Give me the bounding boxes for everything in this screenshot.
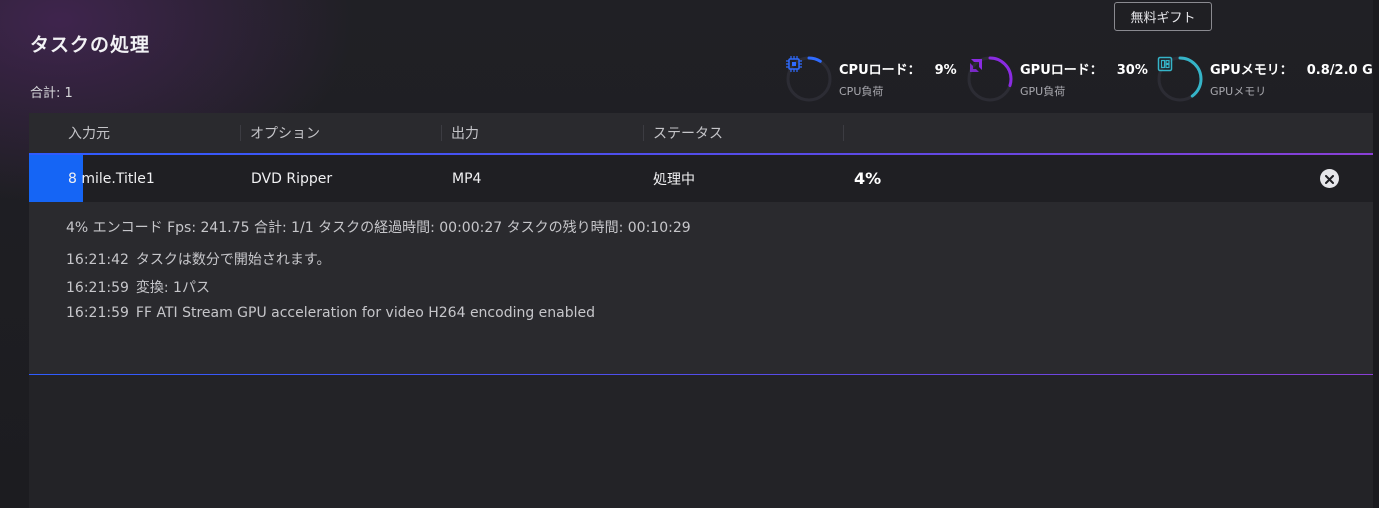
log-entry-text: 変換: 1パス (135, 280, 210, 296)
log-entry-text: FF ATI Stream GPU acceleration for video… (135, 305, 596, 321)
log-entry-time: 16:21:59 (66, 280, 129, 296)
gpu-load-stat: GPUロード： 30% GPU負荷 (966, 54, 1148, 104)
log-entry-time: 16:21:42 (66, 252, 129, 268)
gpu-load-value: 30% (1116, 63, 1148, 78)
gpu-memory-label: GPUメモリ： (1210, 63, 1293, 78)
page-title: タスクの処理 (30, 34, 151, 56)
column-header-progress (843, 113, 1043, 153)
gpu-memory-value: 0.8/2.0 GB (1306, 63, 1379, 78)
close-icon (1325, 169, 1334, 188)
column-header-input-label: 入力元 (68, 126, 110, 142)
log-entry: 16:21:59 変換: 1パス (66, 277, 210, 297)
task-output-format: MP4 (452, 170, 482, 187)
log-entry: 16:21:42 タスクは数分で開始されます。 (66, 249, 331, 269)
column-header-output: 出力 (441, 113, 643, 153)
gpu-memory-gauge (1156, 55, 1204, 103)
cpu-load-caption: CPU負荷 (839, 85, 884, 98)
log-entry-time: 16:21:59 (66, 305, 129, 321)
column-header-status-label: ステータス (653, 126, 723, 142)
log-entry: 16:21:59 FF ATI Stream GPU acceleration f… (66, 305, 595, 321)
gpu-memory-stat: GPUメモリ： 0.8/2.0 GB GPUメモリ (1156, 54, 1379, 104)
cpu-load-value: 9% (934, 63, 957, 78)
column-header-option-label: オプション (250, 126, 320, 142)
column-header-input: 入力元 (29, 113, 240, 153)
task-total-count: 合計: 1 (30, 86, 73, 101)
task-log-panel: 4% エンコード Fps: 241.75 合計: 1/1 タスクの経過時間: 0… (29, 202, 1373, 374)
remove-task-button[interactable] (1320, 169, 1339, 188)
cpu-load-gauge (785, 55, 833, 103)
task-processing-window: 無料ギフト タスクの処理 合計: 1 CPUロード： 9% CPU負荷 GPUロ… (0, 0, 1379, 508)
cpu-load-label: CPUロード： (839, 63, 921, 78)
column-header-output-label: 出力 (451, 126, 479, 142)
cpu-load-stat: CPUロード： 9% CPU負荷 (785, 54, 957, 104)
gpu-memory-caption: GPUメモリ (1210, 85, 1267, 98)
task-input-name: 8 mile.Title1 (68, 170, 155, 187)
task-status: 処理中 (653, 171, 695, 188)
column-header-option: オプション (240, 113, 441, 153)
task-option: DVD Ripper (251, 170, 333, 187)
free-gift-button[interactable]: 無料ギフト (1114, 2, 1212, 31)
table-row[interactable]: 8 mile.Title1 DVD Ripper MP4 処理中 4% (29, 155, 1373, 202)
table-header: 入力元 オプション 出力 ステータス (29, 113, 1373, 153)
gpu-load-gauge (966, 55, 1014, 103)
log-entry-text: タスクは数分で開始されます。 (135, 252, 331, 268)
window-edge (1373, 0, 1379, 508)
task-progress-percent: 4% (854, 169, 882, 188)
gpu-load-caption: GPU負荷 (1020, 85, 1066, 98)
task-table: 入力元 オプション 出力 ステータス 8 mile.Title1 DVD Rip… (29, 113, 1373, 508)
gpu-load-label: GPUロード： (1020, 63, 1103, 78)
row-divider-bottom (29, 374, 1373, 375)
column-header-status: ステータス (643, 113, 843, 153)
log-summary: 4% エンコード Fps: 241.75 合計: 1/1 タスクの経過時間: 0… (66, 220, 691, 236)
